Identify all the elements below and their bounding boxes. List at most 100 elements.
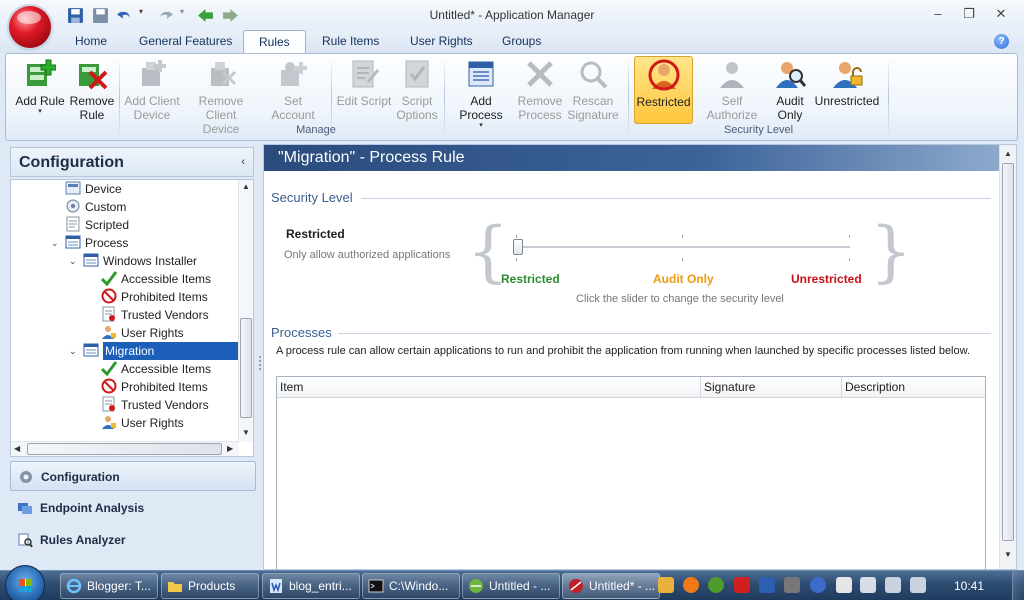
volume-muted-icon[interactable] [910,577,926,593]
taskbar-item-blog-entries[interactable]: blog_entri... [262,573,360,599]
device-icon [65,181,81,195]
tree-item-device[interactable]: Device [65,180,122,198]
scroll-thumb[interactable] [240,318,252,418]
column-header-item[interactable]: Item [277,377,701,397]
script-options-button[interactable]: Script Options [394,56,440,122]
taskbar-item-command-prompt[interactable]: C:\Windo... [362,573,460,599]
security-level-slider-track[interactable] [516,246,850,248]
show-desktop-button[interactable] [1012,571,1024,600]
content-vertical-scrollbar[interactable]: ▲ ▼ [999,145,1016,569]
set-account-button[interactable]: Set Account [261,56,325,122]
column-header-description[interactable]: Description [842,377,985,397]
security-level-heading: Security Level [271,190,353,205]
remove-process-button[interactable]: Remove Process [515,56,565,122]
remove-client-device-label: Remove Client [198,94,244,122]
taskbar-item-untitled[interactable]: Untitled - ... [462,573,560,599]
bluetooth-icon[interactable] [810,577,826,593]
add-client-device-button[interactable]: Add Client Device [123,56,181,122]
scroll-right-icon[interactable]: ▶ [227,444,233,453]
help-icon[interactable]: ? [994,34,1009,49]
current-level-description: Only allow authorized applications [284,249,451,261]
nav-rules-analyzer[interactable]: Rules Analyzer [10,525,256,555]
tray-music-icon[interactable] [784,577,800,593]
tray-orange-icon[interactable] [683,577,699,593]
taskbar-item-application-manager[interactable]: Untitled* - ... [562,573,660,599]
add-process-button[interactable]: Add Process ▾ [448,56,514,130]
restricted-button[interactable]: Restricted [634,56,693,124]
start-button[interactable] [5,565,45,600]
tree-expander-icon[interactable]: ⌄ [69,252,79,270]
scroll-down-icon[interactable]: ▼ [1004,550,1012,559]
application-menu-button[interactable] [9,6,51,48]
taskbar-item-products[interactable]: Products [161,573,259,599]
process-rule-icon [83,343,99,357]
tab-user-rights[interactable]: User Rights [410,34,473,48]
add-rule-button[interactable]: Add Rule ▾ [12,56,68,116]
taskbar-item-blogger[interactable]: Blogger: T... [60,573,158,599]
tab-home[interactable]: Home [75,34,107,48]
restore-button[interactable]: ❐ [958,5,980,23]
unrestricted-user-icon [833,62,863,88]
audit-only-button[interactable]: Audit Only [771,56,809,122]
nav-endpoint-analysis[interactable]: Endpoint Analysis [10,493,256,523]
tree-item-trusted-vendors[interactable]: Trusted Vendors [101,396,209,414]
nav-endpoint-analysis-label: Endpoint Analysis [40,501,145,515]
tree-expander-icon[interactable]: ⌄ [69,342,79,360]
tree-item-trusted-vendors[interactable]: Trusted Vendors [101,306,209,324]
minimize-button[interactable]: – [927,5,949,23]
tree-item-migration[interactable]: Migration [83,342,241,360]
tree-expander-icon[interactable]: ⌄ [51,234,61,252]
slider-tick [682,258,683,261]
column-header-signature[interactable]: Signature [701,377,842,397]
taskbar-item-label: Blogger: T... [87,579,151,593]
tree-item-user-rights[interactable]: User Rights [101,414,184,432]
splitter-grip-icon[interactable] [258,355,262,373]
taskbar-item-label: C:\Windo... [389,579,449,593]
slider-label-unrestricted[interactable]: Unrestricted [791,272,862,286]
scroll-down-icon[interactable]: ▼ [242,428,250,437]
tree-item-accessible-items[interactable]: Accessible Items [101,360,211,378]
tray-app-icon[interactable] [658,577,674,593]
tree-item-process[interactable]: Process [65,234,128,252]
scroll-up-icon[interactable]: ▲ [1004,149,1012,158]
process-table[interactable]: Item Signature Description [276,376,986,571]
tab-general-features[interactable]: General Features [139,34,232,48]
nav-configuration[interactable]: Configuration [10,461,256,491]
tray-green-icon[interactable] [708,577,724,593]
scroll-thumb[interactable] [27,443,222,455]
scroll-up-icon[interactable]: ▲ [242,182,250,191]
tray-blue-icon[interactable] [759,577,775,593]
device-tray-icon[interactable] [860,577,876,593]
security-level-slider-thumb[interactable] [513,239,523,255]
scroll-thumb[interactable] [1002,163,1014,541]
tree-item-custom[interactable]: Custom [65,198,126,216]
slider-label-audit-only[interactable]: Audit Only [653,272,714,286]
tree-vertical-scrollbar[interactable]: ▲ ▼ [238,180,253,442]
network-icon[interactable] [885,577,901,593]
close-button[interactable]: ✕ [990,5,1012,23]
tree-item-user-rights[interactable]: User Rights [101,324,184,342]
flag-icon[interactable] [836,577,852,593]
ribbon-tab-row: Home General Features Rules Rule Items U… [0,30,1024,54]
self-authorize-button[interactable]: Self Authorize [695,56,769,122]
scroll-left-icon[interactable]: ◀ [14,444,20,453]
tree-item-prohibited-items[interactable]: Prohibited Items [101,378,208,396]
edit-script-button[interactable]: Edit Script [335,56,393,108]
unrestricted-button[interactable]: Unrestricted [812,56,882,108]
tree-item-prohibited-items[interactable]: Prohibited Items [101,288,208,306]
remove-client-device-button[interactable]: Remove Client Device [182,56,260,136]
tab-rules[interactable]: Rules [243,30,306,54]
tab-groups[interactable]: Groups [502,34,541,48]
remove-rule-button[interactable]: Remove Rule [68,56,116,122]
remove-rule-label-2: Rule [79,108,105,122]
tree-item-windows-installer[interactable]: Windows Installer [83,252,197,270]
rescan-signature-button[interactable]: Rescan Signature [566,56,620,122]
tree-horizontal-scrollbar[interactable]: ◀ ▶ [11,441,239,456]
clock[interactable]: 10:41 [954,579,984,593]
tree-item-accessible-items[interactable]: Accessible Items [101,270,211,288]
tab-rule-items[interactable]: Rule Items [322,34,379,48]
slider-label-restricted[interactable]: Restricted [501,272,560,286]
tree-item-scripted[interactable]: Scripted [65,216,129,234]
collapse-pane-icon[interactable]: ‹ [241,156,245,168]
tray-red-icon[interactable] [734,577,750,593]
